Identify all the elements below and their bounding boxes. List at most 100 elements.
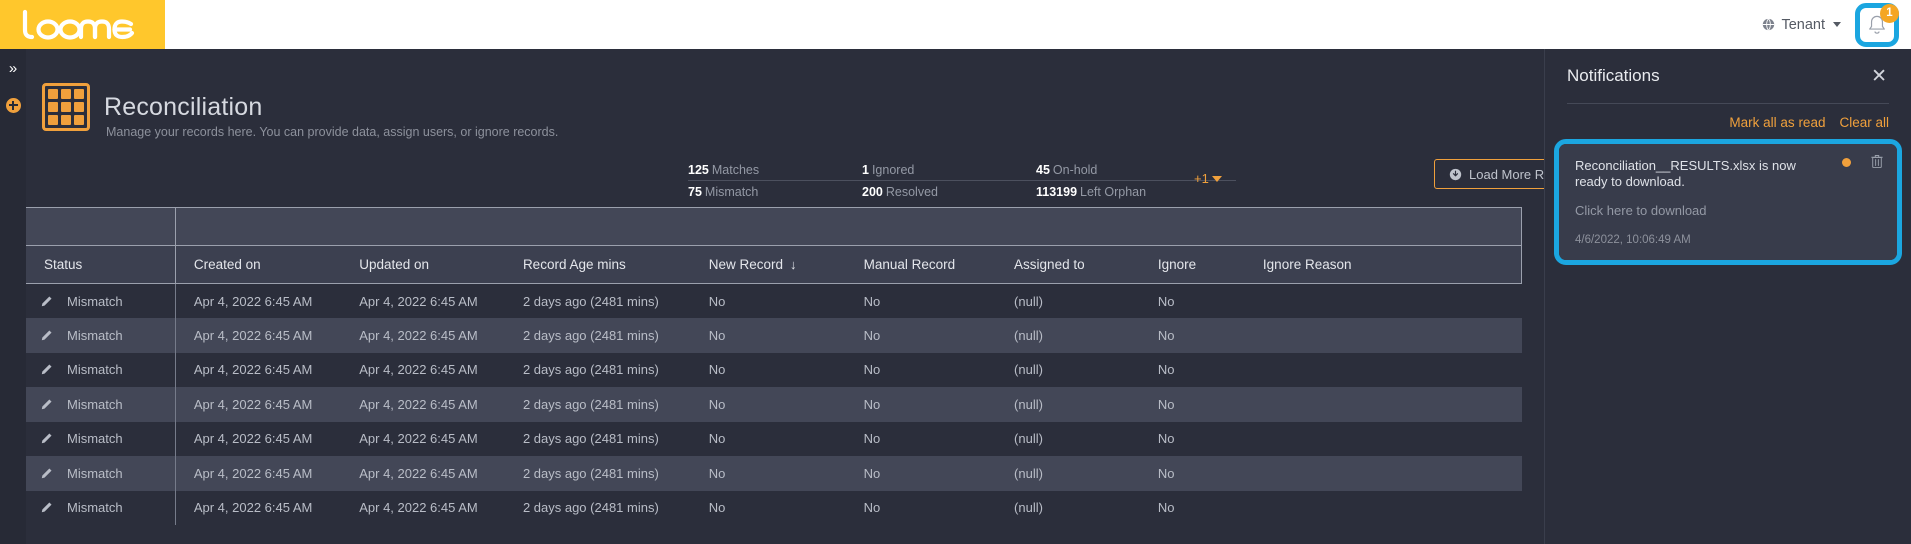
stat-label: Ignored [871, 163, 915, 177]
pencil-icon[interactable] [40, 432, 53, 445]
table-row[interactable]: Mismatch Apr 4, 2022 6:45 AM Apr 4, 2022… [26, 421, 1522, 456]
stat-label: Resolved [885, 185, 938, 199]
table-row[interactable]: Mismatch Apr 4, 2022 6:45 AM Apr 4, 2022… [26, 283, 1522, 318]
download-circle-icon [1449, 168, 1462, 180]
cell-new-record: No [690, 318, 846, 353]
cell-record-age: 2 days ago (2481 mins) [504, 456, 691, 491]
tenant-selector[interactable]: Tenant [1762, 17, 1841, 33]
cell-record-age: 2 days ago (2481 mins) [504, 283, 691, 318]
status-label: Mismatch [67, 431, 123, 447]
filter-cell-status[interactable] [26, 207, 176, 246]
notification-item-highlight: Reconciliation__RESULTS.xlsx is now read… [1554, 139, 1902, 265]
status-label: Mismatch [67, 396, 123, 412]
notifications-bell-button[interactable]: 1 [1855, 2, 1899, 47]
col-header-manual-record[interactable]: Manual Record [845, 245, 997, 284]
stats-summary: 125 Matches 75 Mismatch 1 Ignored 200 Resolv… [688, 159, 1236, 203]
cell-assigned-to: (null) [996, 421, 1140, 456]
notification-download-link[interactable]: Click here to download [1575, 203, 1883, 218]
expand-sidebar-button[interactable]: » [0, 57, 26, 79]
status-label: Mismatch [67, 465, 123, 481]
loome-logo-icon [22, 9, 134, 40]
pencil-icon[interactable] [40, 295, 53, 308]
notifications-panel: Notifications ✕ Mark all as read Clear a… [1544, 49, 1911, 544]
stat-ignored: 1 Ignored [862, 159, 1036, 181]
pencil-icon[interactable] [40, 501, 53, 514]
col-header-updated-on[interactable]: Updated on [341, 245, 505, 284]
cell-assigned-to: (null) [996, 283, 1140, 318]
table-row[interactable]: Mismatch Apr 4, 2022 6:45 AM Apr 4, 2022… [26, 387, 1522, 422]
cell-ignore: No [1139, 490, 1245, 525]
cell-updated-on: Apr 4, 2022 6:45 AM [341, 387, 505, 422]
table-body: Mismatch Apr 4, 2022 6:45 AM Apr 4, 2022… [26, 283, 1522, 525]
col-header-ignore[interactable]: Ignore [1139, 245, 1245, 284]
cell-status[interactable]: Mismatch [26, 456, 176, 491]
cell-ignore: No [1139, 283, 1245, 318]
pencil-icon[interactable] [40, 329, 53, 342]
cell-created-on: Apr 4, 2022 6:45 AM [175, 456, 342, 491]
cell-created-on: Apr 4, 2022 6:45 AM [175, 283, 342, 318]
notifications-header: Notifications ✕ [1545, 49, 1911, 103]
stat-matches: 125 Matches [688, 159, 862, 181]
arrow-down-icon: ↓ [790, 257, 797, 272]
add-button[interactable] [0, 94, 26, 116]
notification-item[interactable]: Reconciliation__RESULTS.xlsx is now read… [1559, 144, 1897, 260]
cell-updated-on: Apr 4, 2022 6:45 AM [341, 456, 505, 491]
cell-record-age: 2 days ago (2481 mins) [504, 318, 691, 353]
notification-timestamp: 4/6/2022, 10:06:49 AM [1575, 234, 1691, 246]
chevron-down-icon [1211, 175, 1222, 182]
col-header-created-on[interactable]: Created on [175, 245, 342, 284]
close-icon[interactable]: ✕ [1871, 67, 1887, 86]
table-row[interactable]: Mismatch Apr 4, 2022 6:45 AM Apr 4, 2022… [26, 456, 1522, 491]
stat-column-matches: 125 Matches 75 Mismatch [688, 159, 862, 203]
col-header-ignore-reason[interactable]: Ignore Reason [1244, 245, 1522, 284]
cell-status[interactable]: Mismatch [26, 318, 176, 353]
filter-cell-rest[interactable] [175, 207, 1523, 246]
status-label: Mismatch [67, 327, 123, 343]
col-header-new-record-label: New Record [708, 257, 784, 272]
more-stats-toggle[interactable]: +1 [1194, 171, 1222, 186]
pencil-icon[interactable] [40, 398, 53, 411]
table-row[interactable]: Mismatch Apr 4, 2022 6:45 AM Apr 4, 2022… [26, 352, 1522, 387]
cell-updated-on: Apr 4, 2022 6:45 AM [341, 490, 505, 525]
cell-record-age: 2 days ago (2481 mins) [504, 352, 691, 387]
col-header-assigned-to[interactable]: Assigned to [996, 245, 1140, 284]
cell-ignore-reason [1244, 421, 1522, 456]
cell-status[interactable]: Mismatch [26, 387, 176, 422]
cell-ignore: No [1139, 387, 1245, 422]
cell-new-record: No [690, 490, 846, 525]
cell-manual-record: No [845, 352, 997, 387]
table-row[interactable]: Mismatch Apr 4, 2022 6:45 AM Apr 4, 2022… [26, 490, 1522, 525]
notifications-title: Notifications [1567, 66, 1660, 85]
clear-all-button[interactable]: Clear all [1839, 115, 1889, 130]
table-row[interactable]: Mismatch Apr 4, 2022 6:45 AM Apr 4, 2022… [26, 318, 1522, 353]
notification-count-badge: 1 [1880, 3, 1899, 23]
stat-resolved: 200 Resolved [862, 181, 1036, 203]
cell-manual-record: No [845, 387, 997, 422]
page-title: Reconciliation [104, 93, 263, 121]
status-label: Mismatch [67, 500, 123, 516]
stat-label: On-hold [1052, 163, 1098, 177]
stat-value: 113199 [1036, 185, 1078, 199]
delete-notification-button[interactable] [1871, 154, 1883, 168]
cell-manual-record: No [845, 490, 997, 525]
cell-manual-record: No [845, 421, 997, 456]
cell-status[interactable]: Mismatch [26, 352, 176, 387]
stat-value: 1 [862, 163, 869, 177]
unread-dot-icon[interactable] [1842, 158, 1851, 167]
pencil-icon[interactable] [40, 467, 53, 480]
pencil-icon[interactable] [40, 363, 53, 376]
notifications-actions: Mark all as read Clear all [1545, 104, 1911, 139]
grid-table-icon [42, 83, 90, 131]
loome-logo[interactable] [0, 0, 165, 49]
col-header-new-record[interactable]: New Record ↓ [690, 245, 846, 284]
trash-icon [1871, 155, 1883, 168]
mark-all-as-read-button[interactable]: Mark all as read [1729, 115, 1825, 130]
cell-assigned-to: (null) [996, 456, 1140, 491]
cell-status[interactable]: Mismatch [26, 490, 176, 525]
cell-status[interactable]: Mismatch [26, 283, 176, 318]
cell-new-record: No [690, 456, 846, 491]
cell-new-record: No [690, 352, 846, 387]
col-header-status[interactable]: Status [26, 245, 176, 284]
cell-status[interactable]: Mismatch [26, 421, 176, 456]
col-header-record-age-mins[interactable]: Record Age mins [504, 245, 691, 284]
